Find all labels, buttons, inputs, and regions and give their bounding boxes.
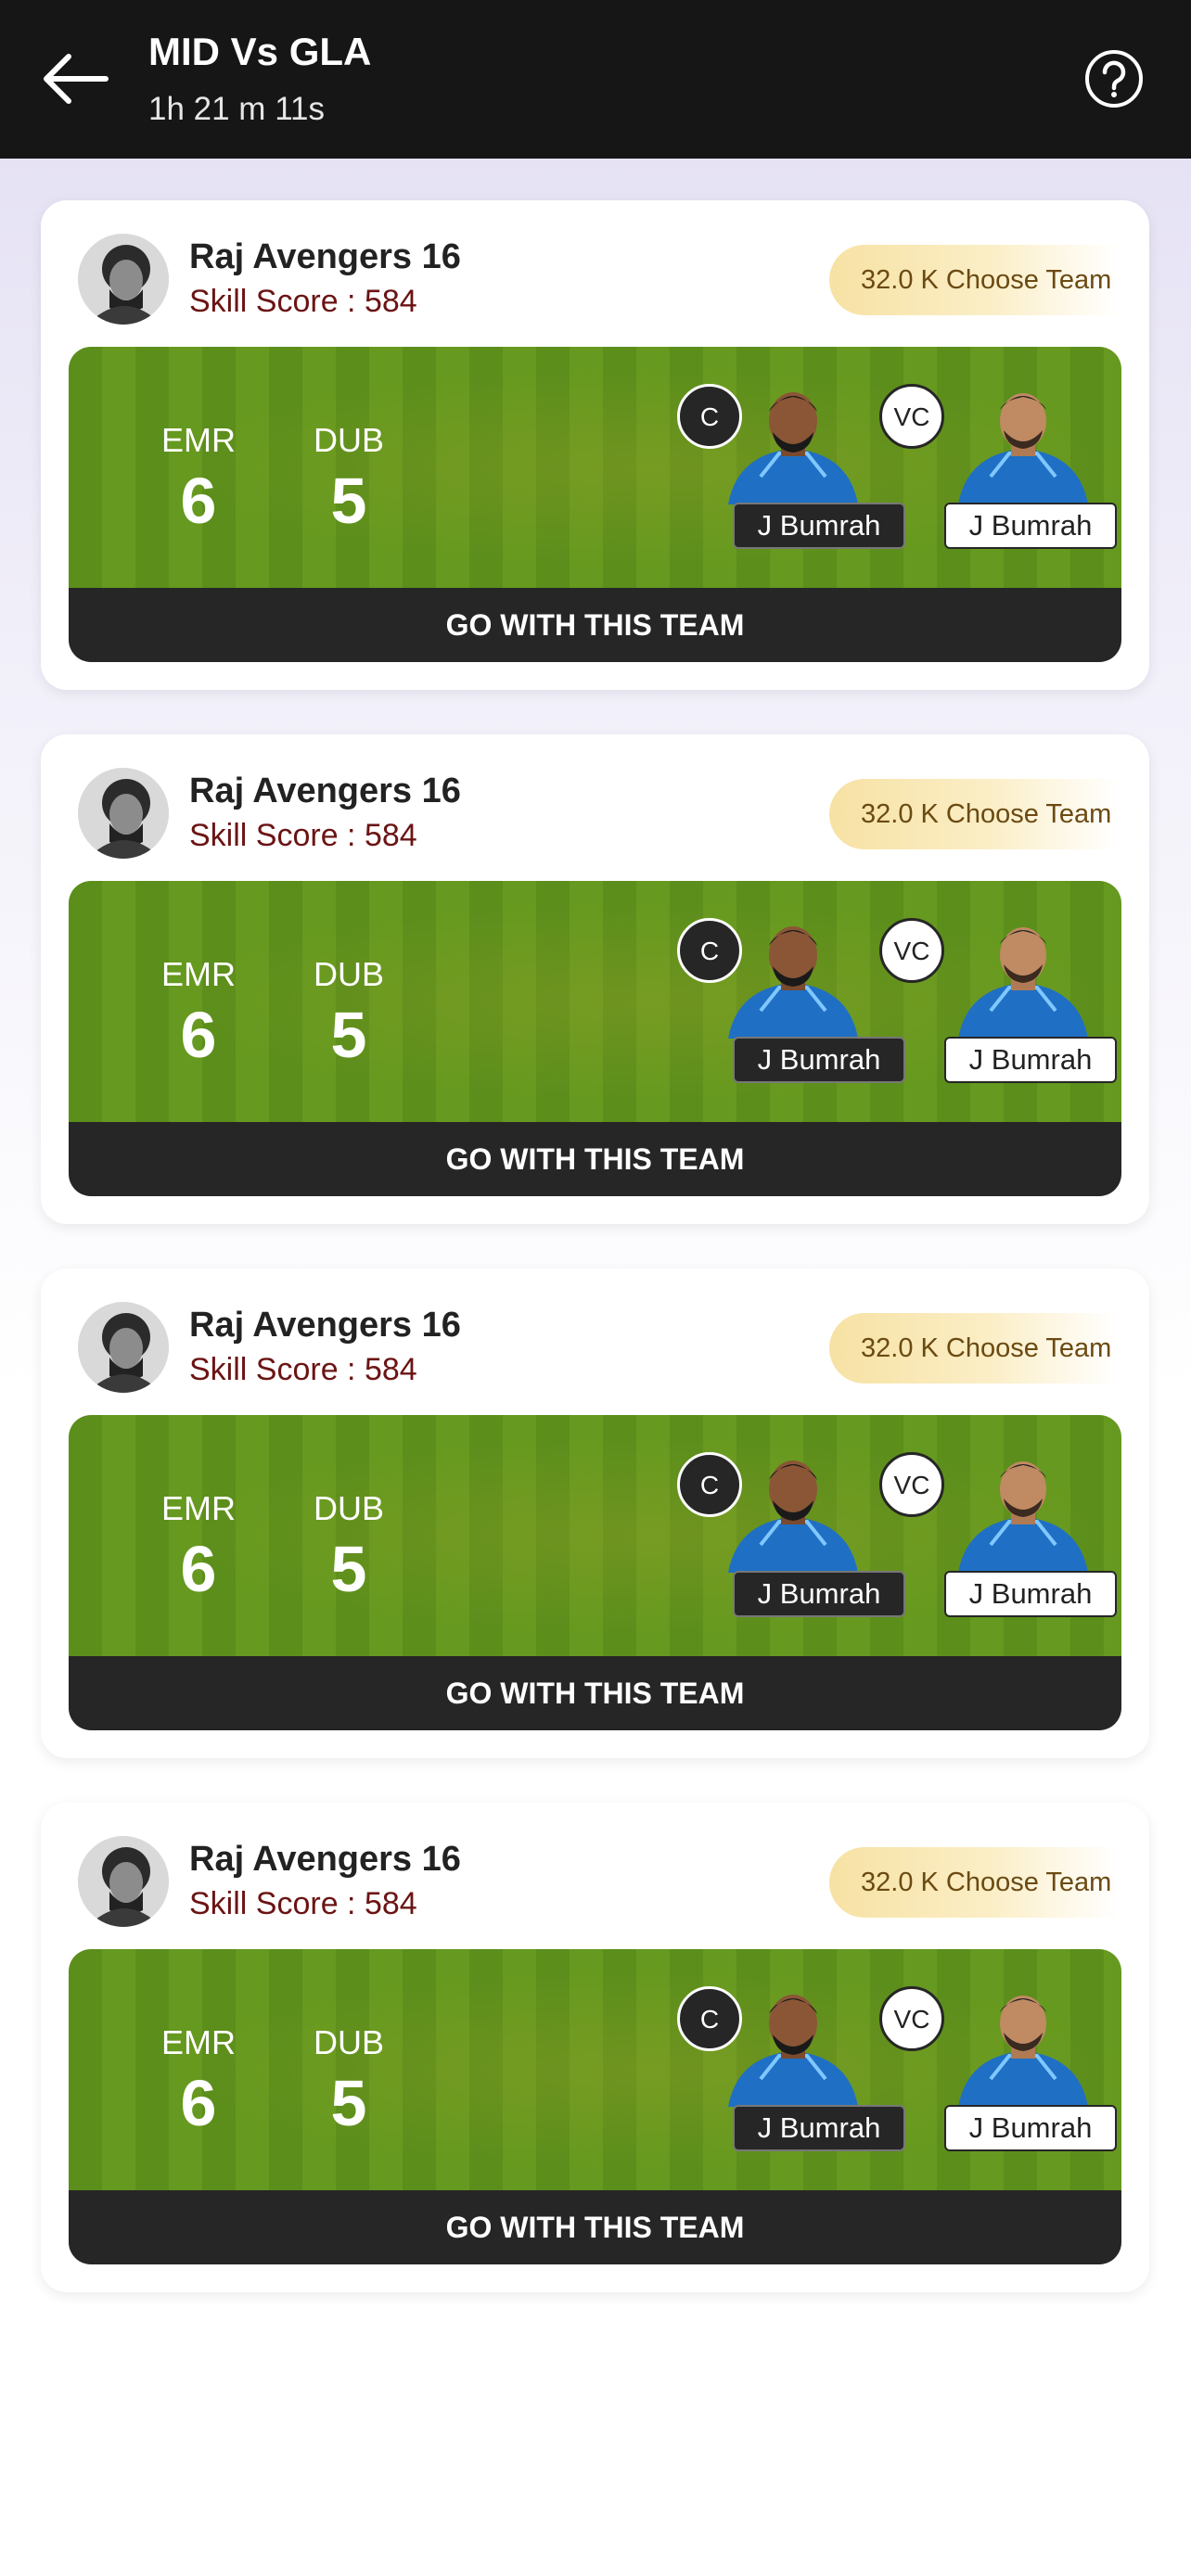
team-card: Raj Avengers 16 Skill Score : 584 32.0 K… <box>41 1803 1149 2292</box>
team-name: Raj Avengers 16 <box>189 1306 461 1345</box>
skill-score: Skill Score : 584 <box>189 1886 417 1921</box>
captain-badge: C <box>677 1452 742 1517</box>
captain-badge: C <box>677 384 742 449</box>
go-with-this-team-button[interactable]: GO WITH THIS TEAM <box>69 588 1121 662</box>
vice-captain-player[interactable]: VC J Bumrah <box>879 384 1117 588</box>
captain-name: J Bumrah <box>733 1037 905 1083</box>
team-player-count: 5 <box>330 465 367 537</box>
skill-score: Skill Score : 584 <box>189 284 417 319</box>
captain-name: J Bumrah <box>733 1571 905 1617</box>
captain-player[interactable]: C J Bumrah <box>677 1986 905 2190</box>
user-avatar <box>78 1302 169 1393</box>
team-player-count: 6 <box>180 465 217 537</box>
vice-captain-badge: VC <box>879 384 944 449</box>
team-card: Raj Avengers 16 Skill Score : 584 32.0 K… <box>41 734 1149 1224</box>
captain-badge: C <box>677 918 742 983</box>
team-player-count: 5 <box>330 999 367 1071</box>
go-with-this-team-button[interactable]: GO WITH THIS TEAM <box>69 1122 1121 1196</box>
team-name: Raj Avengers 16 <box>189 1840 461 1879</box>
team-code: EMR <box>161 955 236 993</box>
choose-team-count-badge[interactable]: 32.0 K Choose Team <box>829 779 1119 849</box>
app-header: MID Vs GLA 1h 21 m 11s <box>0 0 1191 159</box>
team-code: DUB <box>313 955 384 993</box>
team-player-count: 6 <box>180 999 217 1071</box>
team-player-count: 6 <box>180 1533 217 1605</box>
back-arrow-icon <box>44 54 109 104</box>
vice-captain-player[interactable]: VC J Bumrah <box>879 1986 1117 2190</box>
vice-captain-player[interactable]: VC J Bumrah <box>879 1452 1117 1656</box>
match-countdown: 1h 21 m 11s <box>148 91 326 127</box>
skill-score: Skill Score : 584 <box>189 1352 417 1387</box>
vice-captain-badge: VC <box>879 1986 944 2051</box>
vice-captain-name: J Bumrah <box>944 1571 1117 1617</box>
team-preview-pitch: EMR 6 DUB 5 C J Bumrah VC J Bumrah <box>69 1949 1121 2190</box>
team-card: Raj Avengers 16 Skill Score : 584 32.0 K… <box>41 1269 1149 1758</box>
player-photo <box>958 1461 1088 1573</box>
team-count-emr: EMR 6 <box>143 955 254 1072</box>
vice-captain-badge: VC <box>879 918 944 983</box>
choose-team-count-badge[interactable]: 32.0 K Choose Team <box>829 1313 1119 1384</box>
match-title: MID Vs GLA <box>148 30 372 73</box>
vice-captain-name: J Bumrah <box>944 2105 1117 2151</box>
vice-captain-player[interactable]: VC J Bumrah <box>879 918 1117 1122</box>
team-preview-pitch: EMR 6 DUB 5 C J Bumrah VC J Bumrah <box>69 347 1121 588</box>
team-code: DUB <box>313 2023 384 2061</box>
team-player-count: 5 <box>330 2067 367 2139</box>
help-icon <box>1085 50 1143 108</box>
player-photo <box>958 393 1088 504</box>
team-code: DUB <box>313 1489 384 1527</box>
team-name: Raj Avengers 16 <box>189 237 461 276</box>
team-code: DUB <box>313 421 384 459</box>
team-count-dub: DUB 5 <box>293 421 404 538</box>
team-count-emr: EMR 6 <box>143 421 254 538</box>
choose-team-count-badge[interactable]: 32.0 K Choose Team <box>829 1847 1119 1918</box>
team-code: EMR <box>161 2023 236 2061</box>
captain-name: J Bumrah <box>733 2105 905 2151</box>
team-code: EMR <box>161 1489 236 1527</box>
player-photo <box>728 392 858 504</box>
captain-name: J Bumrah <box>733 503 905 549</box>
vice-captain-badge: VC <box>879 1452 944 1517</box>
team-name: Raj Avengers 16 <box>189 772 461 810</box>
team-count-dub: DUB 5 <box>293 1489 404 1606</box>
player-photo <box>958 1996 1088 2107</box>
vice-captain-name: J Bumrah <box>944 503 1117 549</box>
team-player-count: 5 <box>330 1533 367 1605</box>
captain-player[interactable]: C J Bumrah <box>677 918 905 1122</box>
captain-player[interactable]: C J Bumrah <box>677 1452 905 1656</box>
player-photo <box>728 1460 858 1573</box>
team-card: Raj Avengers 16 Skill Score : 584 32.0 K… <box>41 200 1149 690</box>
team-count-dub: DUB 5 <box>293 955 404 1072</box>
user-avatar <box>78 768 169 859</box>
go-with-this-team-button[interactable]: GO WITH THIS TEAM <box>69 1656 1121 1730</box>
team-player-count: 6 <box>180 2067 217 2139</box>
team-preview-pitch: EMR 6 DUB 5 C J Bumrah VC J Bumrah <box>69 1415 1121 1656</box>
skill-score: Skill Score : 584 <box>189 818 417 853</box>
back-button[interactable] <box>39 48 113 109</box>
captain-badge: C <box>677 1986 742 2051</box>
player-photo <box>728 926 858 1039</box>
team-count-emr: EMR 6 <box>143 2023 254 2140</box>
vice-captain-name: J Bumrah <box>944 1037 1117 1083</box>
go-with-this-team-button[interactable]: GO WITH THIS TEAM <box>69 2190 1121 2264</box>
team-preview-pitch: EMR 6 DUB 5 C J Bumrah VC J Bumrah <box>69 881 1121 1122</box>
player-photo <box>728 1995 858 2107</box>
user-avatar <box>78 1836 169 1927</box>
team-count-emr: EMR 6 <box>143 1489 254 1606</box>
captain-player[interactable]: C J Bumrah <box>677 384 905 588</box>
choose-team-count-badge[interactable]: 32.0 K Choose Team <box>829 245 1119 315</box>
help-button[interactable] <box>1083 48 1145 109</box>
team-code: EMR <box>161 421 236 459</box>
user-avatar <box>78 234 169 325</box>
player-photo <box>958 927 1088 1039</box>
team-count-dub: DUB 5 <box>293 2023 404 2140</box>
